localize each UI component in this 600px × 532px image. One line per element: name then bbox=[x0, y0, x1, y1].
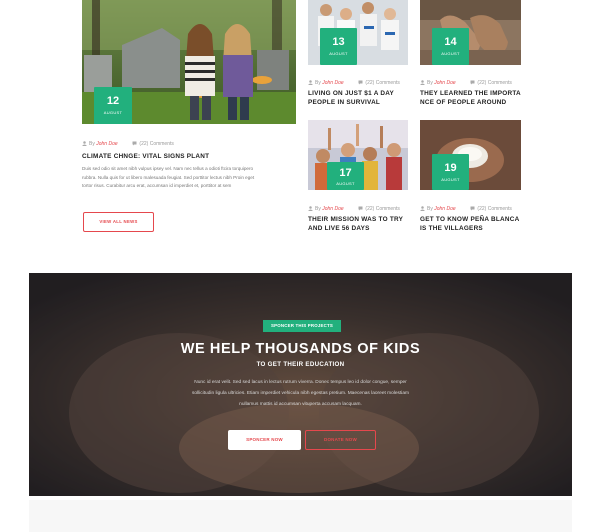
date-day: 14 bbox=[444, 36, 457, 48]
sponsor-tag: SPONCER THIS PROJECTS bbox=[263, 320, 341, 332]
sponsor-hero-banner: SPONCER THIS PROJECTS WE HELP THOUSANDS … bbox=[29, 273, 572, 496]
hero-text-line: Nunc id erat velit. Sed sed lacus in lec… bbox=[194, 380, 407, 385]
post-image[interactable]: 14 AUGUST bbox=[420, 0, 521, 65]
date-badge: 12 AUGUST bbox=[94, 87, 132, 124]
date-day: 13 bbox=[332, 36, 345, 48]
post-meta: By John Doe (22) Comments bbox=[82, 141, 174, 147]
date-badge: 13 AUGUST bbox=[320, 28, 357, 65]
comment-icon bbox=[358, 80, 363, 85]
post-title[interactable]: THEIR MISSION WAS TO TRY AND LIVE 56 DAY… bbox=[308, 215, 403, 233]
post-title-line: LIVING ON JUST $1 A DAY bbox=[308, 90, 395, 97]
hero-text-line: sollicitudin ligula ultricies. Etiam imp… bbox=[191, 391, 410, 396]
featured-post-excerpt: Duis sed odio sit amet nibh vulpus ipsey… bbox=[82, 165, 297, 191]
date-badge: 19 AUGUST bbox=[432, 154, 469, 190]
date-month: AUGUST bbox=[336, 181, 355, 186]
post-title-line: THEY LEARNED THE IMPORTA bbox=[420, 90, 521, 97]
author-link[interactable]: John Doe bbox=[96, 141, 117, 147]
post-title[interactable]: LIVING ON JUST $1 A DAY PEOPLE IN SURVIV… bbox=[308, 89, 394, 107]
hero-description: Nunc id erat velit. Sed sed lacus in lec… bbox=[125, 377, 476, 410]
post-title[interactable]: GET TO KNOW PEÑA BLANCA IS THE VILLAGERS bbox=[420, 215, 519, 233]
post-title-line: THEIR MISSION WAS TO TRY bbox=[308, 216, 404, 223]
excerpt-line: rubbra. Nulla quis for ut libero malesua… bbox=[82, 174, 255, 180]
comments-link[interactable]: (22) Comments bbox=[477, 206, 511, 212]
date-month: AUGUST bbox=[441, 177, 460, 182]
post-title-line: AND LIVE 56 DAYS bbox=[308, 225, 370, 232]
date-month: AUGUST bbox=[103, 110, 123, 115]
by-label: By bbox=[427, 80, 433, 86]
author-link[interactable]: John Doe bbox=[434, 206, 455, 212]
comments-link[interactable]: (22) Comments bbox=[365, 206, 399, 212]
excerpt-line: Duis sed odio sit amet nibh vulpus ipsey… bbox=[82, 166, 254, 171]
excerpt-line: tortor risus. Curabitur arcu erat, accum… bbox=[82, 183, 232, 189]
by-label: By bbox=[315, 80, 321, 86]
author-link[interactable]: John Doe bbox=[322, 206, 343, 212]
user-icon bbox=[420, 80, 425, 85]
post-meta: By John Doe (22) Comments bbox=[420, 206, 512, 212]
comment-icon bbox=[358, 206, 363, 211]
by-label: By bbox=[315, 206, 321, 212]
comments-link[interactable]: (22) Comments bbox=[477, 80, 511, 86]
date-day: 17 bbox=[339, 167, 352, 179]
post-meta: By John Doe (22) Comments bbox=[420, 80, 512, 86]
next-section bbox=[29, 500, 572, 532]
post-image[interactable]: 13 AUGUST bbox=[308, 0, 408, 65]
by-label: By bbox=[89, 141, 95, 147]
sponsor-now-button[interactable]: SPONCER NOW bbox=[228, 430, 301, 450]
comments-link[interactable]: (22) Comments bbox=[139, 141, 173, 147]
date-month: AUGUST bbox=[329, 51, 348, 56]
donate-now-button[interactable]: DONATE NOW bbox=[305, 430, 376, 450]
post-title[interactable]: THEY LEARNED THE IMPORTA NCE OF PEOPLE A… bbox=[420, 89, 521, 107]
date-day: 19 bbox=[444, 162, 457, 174]
post-image[interactable]: 19 AUGUST bbox=[420, 120, 521, 190]
hero-subtitle: TO GET THEIR EDUCATION bbox=[256, 361, 345, 368]
post-title-line: IS THE VILLAGERS bbox=[420, 225, 483, 232]
comments-link[interactable]: (22) Comments bbox=[365, 80, 399, 86]
date-month: AUGUST bbox=[441, 51, 460, 56]
view-all-news-button[interactable]: VIEW ALL NEWS bbox=[83, 212, 154, 232]
by-label: By bbox=[427, 206, 433, 212]
post-image[interactable]: 17 AUGUST bbox=[308, 120, 408, 190]
post-meta: By John Doe (22) Comments bbox=[308, 80, 400, 86]
post-title-line: PEOPLE IN SURVIVAL bbox=[308, 99, 381, 106]
post-meta: By John Doe (22) Comments bbox=[308, 206, 400, 212]
featured-post-title[interactable]: CLIMATE CHNGE: VITAL SIGNS PLANT bbox=[82, 152, 209, 161]
hero-text-line: nullamus mattis id accumsan vituperta ac… bbox=[239, 402, 362, 407]
hero-title: WE HELP THOUSANDS OF KIDS bbox=[180, 341, 421, 357]
author-link[interactable]: John Doe bbox=[434, 80, 455, 86]
featured-post-image[interactable]: 12 AUGUST bbox=[82, 0, 296, 124]
date-day: 12 bbox=[106, 95, 120, 107]
user-icon bbox=[82, 141, 87, 146]
comment-icon bbox=[132, 141, 137, 146]
author-link[interactable]: John Doe bbox=[322, 80, 343, 86]
comment-icon bbox=[470, 80, 475, 85]
user-icon bbox=[420, 206, 425, 211]
post-title-line: NCE OF PEOPLE AROUND bbox=[420, 99, 507, 106]
date-badge: 17 AUGUST bbox=[327, 162, 364, 190]
post-title-line: GET TO KNOW PEÑA BLANCA bbox=[420, 216, 520, 223]
comment-icon bbox=[470, 206, 475, 211]
date-badge: 14 AUGUST bbox=[432, 28, 469, 65]
user-icon bbox=[308, 80, 313, 85]
user-icon bbox=[308, 206, 313, 211]
